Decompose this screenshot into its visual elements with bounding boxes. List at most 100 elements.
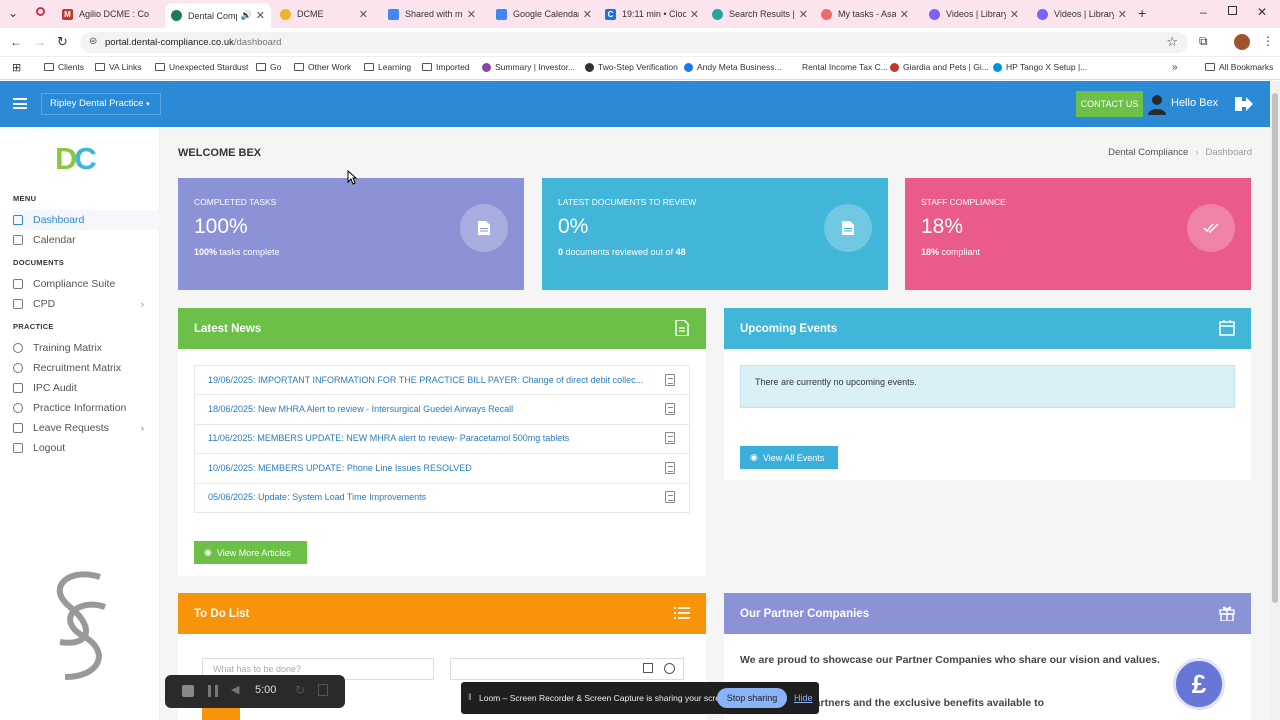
sidebar-item-cpd[interactable]: CPD › [13, 294, 160, 314]
news-link[interactable]: 10/06/2025: MEMBERS UPDATE: Phone Line I… [208, 463, 472, 473]
user-avatar-icon[interactable] [1147, 93, 1167, 115]
document-icon[interactable] [665, 374, 675, 386]
stat-card-documents-review[interactable]: LATEST DOCUMENTS TO REVIEW 0% 0 document… [542, 178, 888, 290]
bookmark-folder[interactable]: VA Links [95, 62, 141, 72]
document-icon[interactable] [665, 491, 675, 503]
browser-tab[interactable]: Videos | Library ✕ [1031, 3, 1133, 25]
bookmark-link[interactable]: Summary | Investor... [482, 62, 575, 72]
browser-tab[interactable]: Search Results | ✕ [706, 3, 814, 25]
stop-sharing-button[interactable]: Stop sharing [717, 688, 787, 708]
bookmark-folder[interactable]: Other Work [294, 62, 351, 72]
bookmark-folder[interactable]: Unexpected Stardust [155, 62, 248, 72]
breadcrumb-link[interactable]: Dental Compliance [1108, 147, 1188, 158]
news-item[interactable]: 19/06/2025: IMPORTANT INFORMATION FOR TH… [194, 365, 690, 395]
all-bookmarks-folder[interactable]: All Bookmarks [1205, 62, 1273, 72]
sidebar-item-calendar[interactable]: Calendar [13, 230, 160, 250]
tab-search-icon[interactable]: ⌄ [8, 6, 18, 20]
contact-us-button[interactable]: CONTACT US [1076, 91, 1143, 117]
browser-tab[interactable]: Shared with me ✕ [382, 3, 482, 25]
news-item[interactable]: 10/06/2025: MEMBERS UPDATE: Phone Line I… [194, 454, 690, 484]
document-icon[interactable] [665, 403, 675, 415]
news-link[interactable]: 05/06/2025: Update: System Load Time Imp… [208, 492, 426, 502]
url-field[interactable]: ⊜ portal.dental-compliance.co.uk/dashboa… [80, 32, 1188, 53]
profile-avatar[interactable] [1234, 34, 1250, 50]
bookmark-link[interactable]: Two-Step Verification [585, 62, 678, 72]
dc-logo[interactable]: DC [55, 141, 97, 177]
browser-tab-active[interactable]: Dental Comp 🔊 ✕ [165, 3, 271, 28]
stat-card-staff-compliance[interactable]: STAFF COMPLIANCE 18% 18% compliant [905, 178, 1251, 290]
browser-tab[interactable]: Google Calendar ✕ [490, 3, 598, 25]
close-tab-icon[interactable]: ✕ [1118, 8, 1127, 21]
browser-tab[interactable]: Videos | Library ✕ [923, 3, 1025, 25]
sidebar-item-leave-requests[interactable]: Leave Requests › [13, 418, 160, 438]
browser-tab[interactable]: My tasks - Asana ✕ [815, 3, 915, 25]
close-tab-icon[interactable]: ✕ [583, 8, 592, 21]
maximize-icon[interactable] [1228, 6, 1237, 15]
hide-link[interactable]: Hide [794, 693, 813, 703]
sidebar-item-recruitment-matrix[interactable]: Recruitment Matrix [13, 358, 160, 378]
pause-icon[interactable] [208, 685, 218, 697]
stop-recording-icon[interactable] [182, 685, 194, 697]
browser-tab[interactable]: DCME ✕ [274, 3, 374, 25]
close-tab-icon[interactable]: ✕ [467, 8, 476, 21]
bookmark-link[interactable]: Andy Meta Business... [684, 62, 782, 72]
minimize-icon[interactable]: – [1200, 5, 1207, 19]
new-tab-icon[interactable]: + [1138, 5, 1146, 21]
close-tab-icon[interactable]: ✕ [359, 8, 368, 21]
clock-icon[interactable] [664, 663, 675, 674]
news-link[interactable]: 19/06/2025: IMPORTANT INFORMATION FOR TH… [208, 375, 643, 385]
rewind-icon[interactable]: ◀ [231, 683, 239, 696]
reload-icon[interactable]: ↻ [57, 34, 68, 50]
sidebar-item-logout[interactable]: Logout [13, 438, 160, 458]
browser-menu-icon[interactable]: ⋮ [1262, 34, 1274, 48]
close-tab-icon[interactable]: ✕ [900, 8, 909, 21]
bookmark-folder[interactable]: Go [256, 62, 281, 72]
restart-icon[interactable]: ↻ [295, 683, 305, 697]
document-icon[interactable] [665, 462, 675, 474]
extensions-icon[interactable]: ⧉ [1199, 34, 1208, 49]
apps-grid-icon[interactable]: ⊞ [12, 61, 21, 74]
practice-select[interactable]: Ripley Dental Practice ▾ [41, 93, 161, 115]
news-item[interactable]: 11/06/2025: MEMBERS UPDATE: NEW MHRA ale… [194, 424, 690, 454]
view-more-articles-button[interactable]: ◉ View More Articles [194, 541, 307, 564]
bookmark-link[interactable]: Giardia and Pets | Gi... [890, 62, 989, 72]
bookmark-folder[interactable]: Imported [422, 62, 470, 72]
page-scrollbar[interactable] [1270, 81, 1280, 720]
sidebar-item-dashboard[interactable]: Dashboard [13, 210, 160, 230]
close-tab-icon[interactable]: ✕ [799, 8, 808, 21]
site-info-icon[interactable]: ⊜ [89, 36, 97, 47]
bookmark-folder[interactable]: Clients [44, 62, 84, 72]
bookmark-star-icon[interactable]: ☆ [1166, 34, 1178, 50]
sign-out-icon[interactable] [1235, 96, 1253, 112]
news-link[interactable]: 11/06/2025: MEMBERS UPDATE: NEW MHRA ale… [208, 433, 569, 443]
trash-icon[interactable] [318, 684, 328, 696]
browser-tab[interactable]: M Agilio DCME : Co [56, 3, 164, 25]
view-all-events-button[interactable]: ◉ View All Events [740, 446, 838, 469]
sidebar-item-compliance-suite[interactable]: Compliance Suite [13, 274, 160, 294]
bookmark-link[interactable]: HP Tango X Setup |... [993, 62, 1087, 72]
close-tab-icon[interactable]: ✕ [256, 9, 265, 22]
audio-icon[interactable]: 🔊 [241, 10, 252, 21]
news-item[interactable]: 05/06/2025: Update: System Load Time Imp… [194, 483, 690, 513]
calendar-icon[interactable] [643, 663, 653, 673]
bookmark-folder[interactable]: Learning [364, 62, 411, 72]
user-greeting[interactable]: Hello Bex [1171, 97, 1218, 109]
todo-date-input[interactable] [450, 658, 684, 680]
forward-icon[interactable]: → [34, 35, 46, 49]
news-link[interactable]: 18/06/2025: New MHRA Alert to review - I… [208, 404, 513, 414]
sidebar-item-ipc-audit[interactable]: IPC Audit [13, 378, 160, 398]
news-item[interactable]: 18/06/2025: New MHRA Alert to review - I… [194, 395, 690, 425]
close-window-icon[interactable]: ✕ [1257, 5, 1267, 19]
bookmark-link[interactable]: Rental Income Tax C... [802, 62, 888, 72]
stat-card-completed-tasks[interactable]: COMPLETED TASKS 100% 100% tasks complete [178, 178, 524, 290]
more-bookmarks-icon[interactable]: » [1172, 62, 1178, 73]
sidebar-item-practice-information[interactable]: Practice Information [13, 398, 160, 418]
sidebar-item-training-matrix[interactable]: Training Matrix [13, 338, 160, 358]
scrollbar-thumb[interactable] [1272, 93, 1278, 603]
close-tab-icon[interactable]: ✕ [690, 8, 699, 21]
hamburger-menu-icon[interactable] [13, 98, 27, 109]
back-icon[interactable]: ← [10, 35, 22, 49]
document-icon[interactable] [665, 432, 675, 444]
drag-handle-icon[interactable]: ‖ [468, 692, 472, 702]
close-tab-icon[interactable]: ✕ [1010, 8, 1019, 21]
